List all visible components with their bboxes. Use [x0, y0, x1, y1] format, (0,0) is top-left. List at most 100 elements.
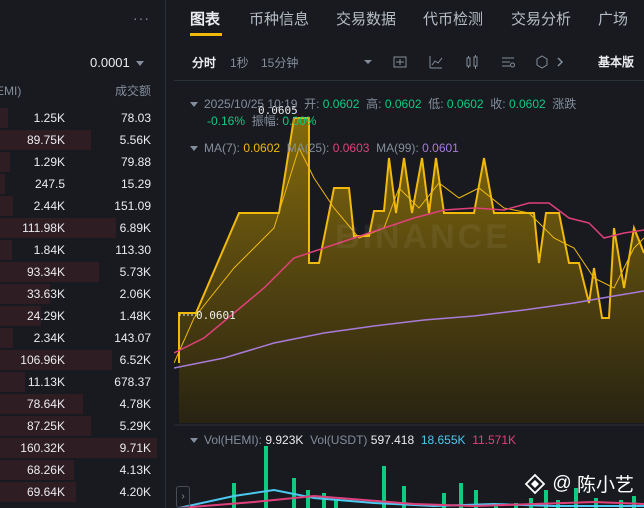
hexagon-icon[interactable]	[534, 54, 550, 70]
row-total: 4.78K	[119, 397, 151, 411]
interval-line[interactable]: 分时	[192, 54, 216, 71]
amplitude-label: 振幅:	[251, 114, 280, 128]
row-total: 9.71K	[119, 441, 151, 455]
basic-version-toggle[interactable]: 基本版	[598, 53, 634, 70]
vol-usdt-label: Vol(USDT)	[310, 433, 368, 447]
low-value: 0.0602	[446, 97, 484, 111]
orderbook-row[interactable]: 2.44K 151.09	[0, 195, 165, 217]
line-chart-icon[interactable]	[428, 54, 444, 70]
depth-bar	[0, 240, 12, 260]
tab-coin-info[interactable]: 币种信息	[249, 8, 309, 29]
row-total: 4.20K	[119, 485, 151, 499]
open-label: 开:	[304, 97, 320, 111]
top-tabs: 图表 币种信息 交易数据 代币检测 交易分析 广场	[174, 0, 644, 36]
dropdown-icon[interactable]	[360, 54, 376, 70]
orderbook-row[interactable]: 93.34K 5.73K	[0, 261, 165, 283]
collapse-icon[interactable]	[190, 438, 198, 444]
vol-hemi-label: Vol(HEMI):	[204, 433, 263, 447]
row-total: 5.73K	[119, 265, 151, 279]
tab-trade-analysis[interactable]: 交易分析	[511, 8, 571, 29]
precision-value: 0.0001	[90, 55, 130, 70]
interval-1s[interactable]: 1秒	[230, 54, 249, 71]
close-label: 收:	[490, 97, 506, 111]
binance-square-icon	[525, 473, 546, 494]
orderbook-row[interactable]: 78.64K 4.78K	[0, 393, 165, 415]
volume-bar	[334, 500, 338, 508]
chevron-right-icon[interactable]	[552, 54, 568, 70]
ma25-value: 0.0603	[332, 141, 370, 155]
interval-15m[interactable]: 15分钟	[261, 54, 298, 71]
row-amount: 68.26K	[26, 463, 65, 477]
scroll-left-button[interactable]: ›	[176, 486, 190, 508]
tab-trade-data[interactable]: 交易数据	[336, 8, 396, 29]
col-total: 成交额	[114, 84, 151, 98]
row-total: 78.03	[120, 111, 151, 125]
row-amount: 247.5	[34, 177, 65, 191]
row-amount: 2.44K	[33, 199, 65, 213]
row-total: 1.48K	[119, 309, 151, 323]
tab-chart[interactable]: 图表	[190, 8, 220, 29]
ohlc-legend-row2: -0.16% 振幅: 0.00%	[207, 112, 316, 129]
active-tab-indicator	[190, 33, 222, 36]
orderbook-row[interactable]: 68.26K 4.13K	[0, 459, 165, 481]
tab-token-check[interactable]: 代币检测	[423, 8, 483, 29]
row-total: 6.52K	[119, 353, 151, 367]
row-total: 5.29K	[119, 419, 151, 433]
ma7-value: 0.0602	[243, 141, 281, 155]
row-amount: 106.96K	[20, 353, 65, 367]
vol-usdt-value: 597.418	[370, 433, 415, 447]
chart-toolbar: 分时 1秒 15分钟 基本版	[174, 44, 644, 81]
row-total: 2.06K	[119, 287, 151, 301]
row-total: 79.88	[120, 155, 151, 169]
price-area	[179, 118, 644, 423]
depth-bar	[0, 372, 25, 392]
col-amount: 量 (HEMI)	[0, 84, 22, 98]
collapse-icon[interactable]	[190, 146, 198, 152]
row-amount: 89.75K	[26, 133, 65, 147]
row-amount: 1.25K	[33, 111, 65, 125]
orderbook-row[interactable]: 106.96K 6.52K	[0, 349, 165, 371]
orderbook-row[interactable]: 24.29K 1.48K	[0, 305, 165, 327]
low-label: 低:	[428, 97, 444, 111]
ma99-value: 0.0601	[422, 141, 459, 155]
row-total: 151.09	[114, 199, 151, 213]
orderbook-row[interactable]: 11.13K 678.37	[0, 371, 165, 393]
ma25-label: MA(25):	[286, 141, 330, 155]
row-total: 15.29	[120, 177, 151, 191]
row-total: 6.89K	[119, 221, 151, 235]
depth-bar	[0, 328, 14, 348]
orderbook-row[interactable]: 33.63K 2.06K	[0, 283, 165, 305]
vol-ma2-value: 11.571K	[472, 433, 517, 447]
volume-legend: Vol(HEMI): 9.923K Vol(USDT) 597.418 18.6…	[190, 433, 516, 447]
indicator-icon[interactable]	[392, 54, 408, 70]
close-value: 0.0602	[508, 97, 546, 111]
depth-bar	[0, 174, 5, 194]
orderbook-row[interactable]: 160.32K 9.71K	[0, 437, 165, 459]
orderbook-row[interactable]: 247.5 15.29	[0, 173, 165, 195]
orderbook-row[interactable]: 1.29K 79.88	[0, 151, 165, 173]
orderbook-row[interactable]: 1.84K 113.30	[0, 239, 165, 261]
ma-legend: MA(7): 0.0602 MA(25): 0.0603 MA(99): 0.0…	[190, 141, 459, 155]
row-total: 143.07	[114, 331, 151, 345]
row-total: 678.37	[114, 375, 151, 389]
tab-square[interactable]: 广场	[598, 8, 628, 29]
row-amount: 111.98K	[22, 221, 65, 235]
row-amount: 160.32K	[20, 441, 65, 455]
orderbook-row[interactable]: 89.75K 5.56K	[0, 129, 165, 151]
precision-select[interactable]: 0.0001	[90, 55, 144, 70]
orderbook-row[interactable]: 69.64K 4.20K	[0, 481, 165, 503]
settings-list-icon[interactable]	[500, 54, 516, 70]
volume-bar	[306, 490, 310, 508]
row-amount: 78.64K	[26, 397, 65, 411]
collapse-icon[interactable]	[190, 102, 198, 108]
orderbook-row[interactable]: 87.25K 5.29K	[0, 415, 165, 437]
change-value: -0.16%	[207, 114, 246, 128]
candles-icon[interactable]	[464, 54, 480, 70]
more-options-button[interactable]: ···	[133, 10, 150, 26]
orderbook-row[interactable]: 1.25K 78.03	[0, 107, 165, 129]
orderbook-row[interactable]: 2.34K 143.07	[0, 327, 165, 349]
row-total: 113.30	[115, 243, 151, 257]
row-amount: 69.64K	[26, 485, 65, 499]
vol-hemi-value: 9.923K	[265, 433, 304, 447]
orderbook-row[interactable]: 111.98K 6.89K	[0, 217, 165, 239]
